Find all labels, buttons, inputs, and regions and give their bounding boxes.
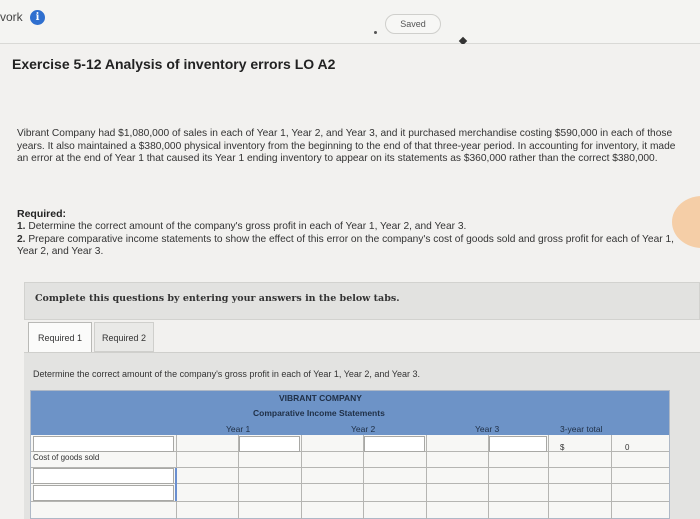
table-header: VIBRANT COMPANY Comparative Income State… [31, 391, 669, 435]
top-bar: vork i Saved [0, 0, 700, 46]
year-2-input[interactable] [364, 436, 425, 452]
column-year-3: Year 3 [475, 424, 500, 434]
year-1-input[interactable] [239, 436, 300, 452]
required-list: 1. Determine the correct amount of the c… [17, 221, 682, 259]
required-heading: Required: [17, 208, 67, 220]
company-name: VIBRANT COMPANY [279, 393, 362, 403]
instruction-text: Complete this questions by entering your… [35, 293, 400, 304]
panel-instruction: Determine the correct amount of the comp… [33, 369, 420, 379]
required-item-2-number: 2. [17, 233, 26, 245]
column-divider [548, 435, 549, 519]
column-year-1: Year 1 [226, 424, 251, 434]
exercise-title: Exercise 5-12 Analysis of inventory erro… [12, 56, 336, 72]
total-currency-symbol: $ [560, 443, 565, 452]
required-item-2-text: Prepare comparative income statements to… [17, 233, 674, 258]
brand-text: vork [0, 10, 23, 24]
row-label-input[interactable] [33, 468, 174, 484]
required-item-1-number: 1. [17, 221, 26, 232]
tab-required-1[interactable]: Required 1 [28, 322, 92, 352]
dot-icon [374, 31, 377, 34]
statement-title: Comparative Income Statements [253, 408, 385, 418]
instruction-box: Complete this questions by entering your… [24, 282, 700, 320]
row-selection-marker [175, 468, 177, 501]
column-divider [301, 435, 302, 519]
row-label-input[interactable] [33, 485, 174, 501]
row-label-input[interactable] [33, 436, 174, 452]
column-3-year-total: 3-year total [560, 424, 603, 434]
income-statement-table: VIBRANT COMPANY Comparative Income State… [30, 390, 670, 519]
required-item-1-text: Determine the correct amount of the comp… [28, 221, 467, 232]
total-value: 0 [625, 443, 630, 452]
required-item-2: 2. Prepare comparative income statements… [17, 234, 682, 259]
row-label-cost-of-goods-sold: Cost of goods sold [33, 453, 100, 462]
info-icon[interactable]: i [30, 10, 45, 25]
saved-status-badge: Saved [385, 14, 441, 34]
column-divider [611, 435, 612, 519]
problem-statement: Vibrant Company had $1,080,000 of sales … [17, 128, 676, 164]
tab-required-2[interactable]: Required 2 [94, 322, 154, 352]
column-year-2: Year 2 [351, 424, 376, 434]
column-divider [426, 435, 427, 519]
year-3-input[interactable] [489, 436, 547, 452]
row-divider [31, 501, 669, 502]
required-item-1: 1. Determine the correct amount of the c… [17, 221, 682, 234]
